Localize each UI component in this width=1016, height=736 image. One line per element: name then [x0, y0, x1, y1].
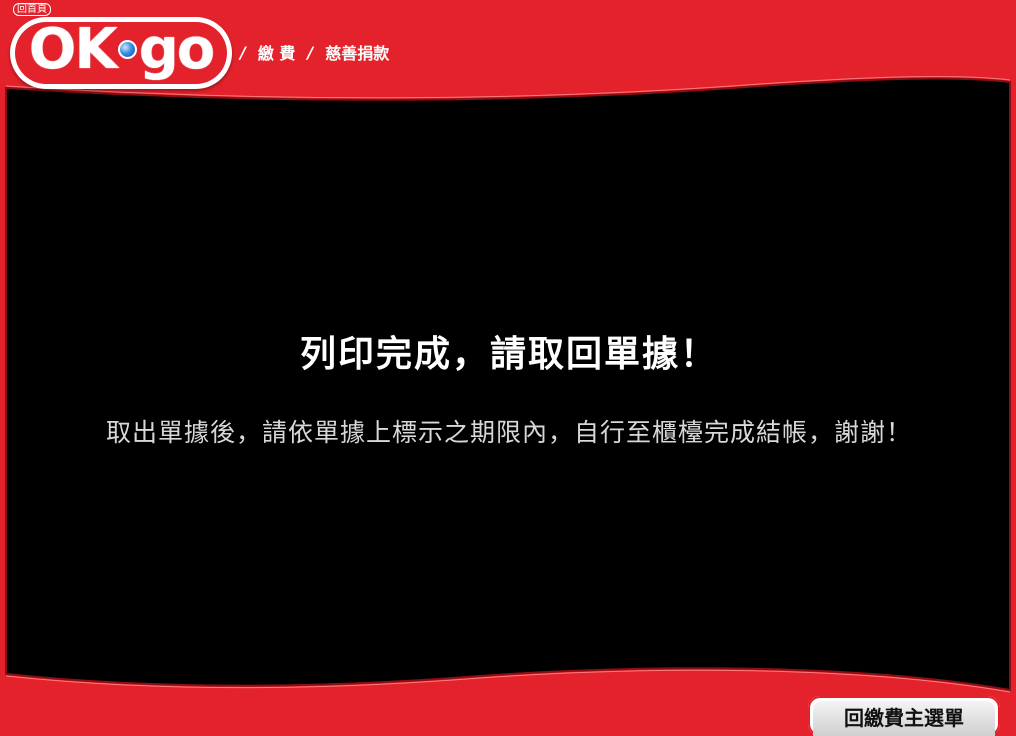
breadcrumb: / 繳 費 / 慈善捐款 — [240, 40, 389, 64]
breadcrumb-separator: / — [307, 42, 314, 62]
breadcrumb-item-charity-donation: 慈善捐款 — [325, 44, 390, 63]
logo-dot-icon — [117, 39, 137, 59]
back-button-label: 回繳費主選單 — [813, 701, 995, 736]
main-content: 列印完成，請取回單據！ 取出單據後，請依單據上標示之期限內，自行至櫃檯完成結帳，… — [8, 95, 1010, 680]
back-to-payment-menu-button[interactable]: 回繳費主選單 — [808, 696, 1000, 736]
okgo-logo: OK go — [10, 17, 232, 89]
logo-text-ok: OK — [28, 17, 118, 82]
instruction-message: 取出單據後，請依單據上標示之期限內，自行至櫃檯完成結帳，謝謝！ — [105, 418, 912, 447]
breadcrumb-item-payment[interactable]: 繳 費 — [258, 40, 296, 64]
header: 回首頁 OK go / 繳 費 / 慈善捐款 — [0, 0, 1016, 110]
logo-text-go: go — [138, 17, 216, 82]
breadcrumb-separator: / — [240, 42, 246, 62]
home-link[interactable]: 回首頁 — [13, 3, 51, 16]
page-title: 列印完成，請取回單據！ — [299, 333, 718, 375]
